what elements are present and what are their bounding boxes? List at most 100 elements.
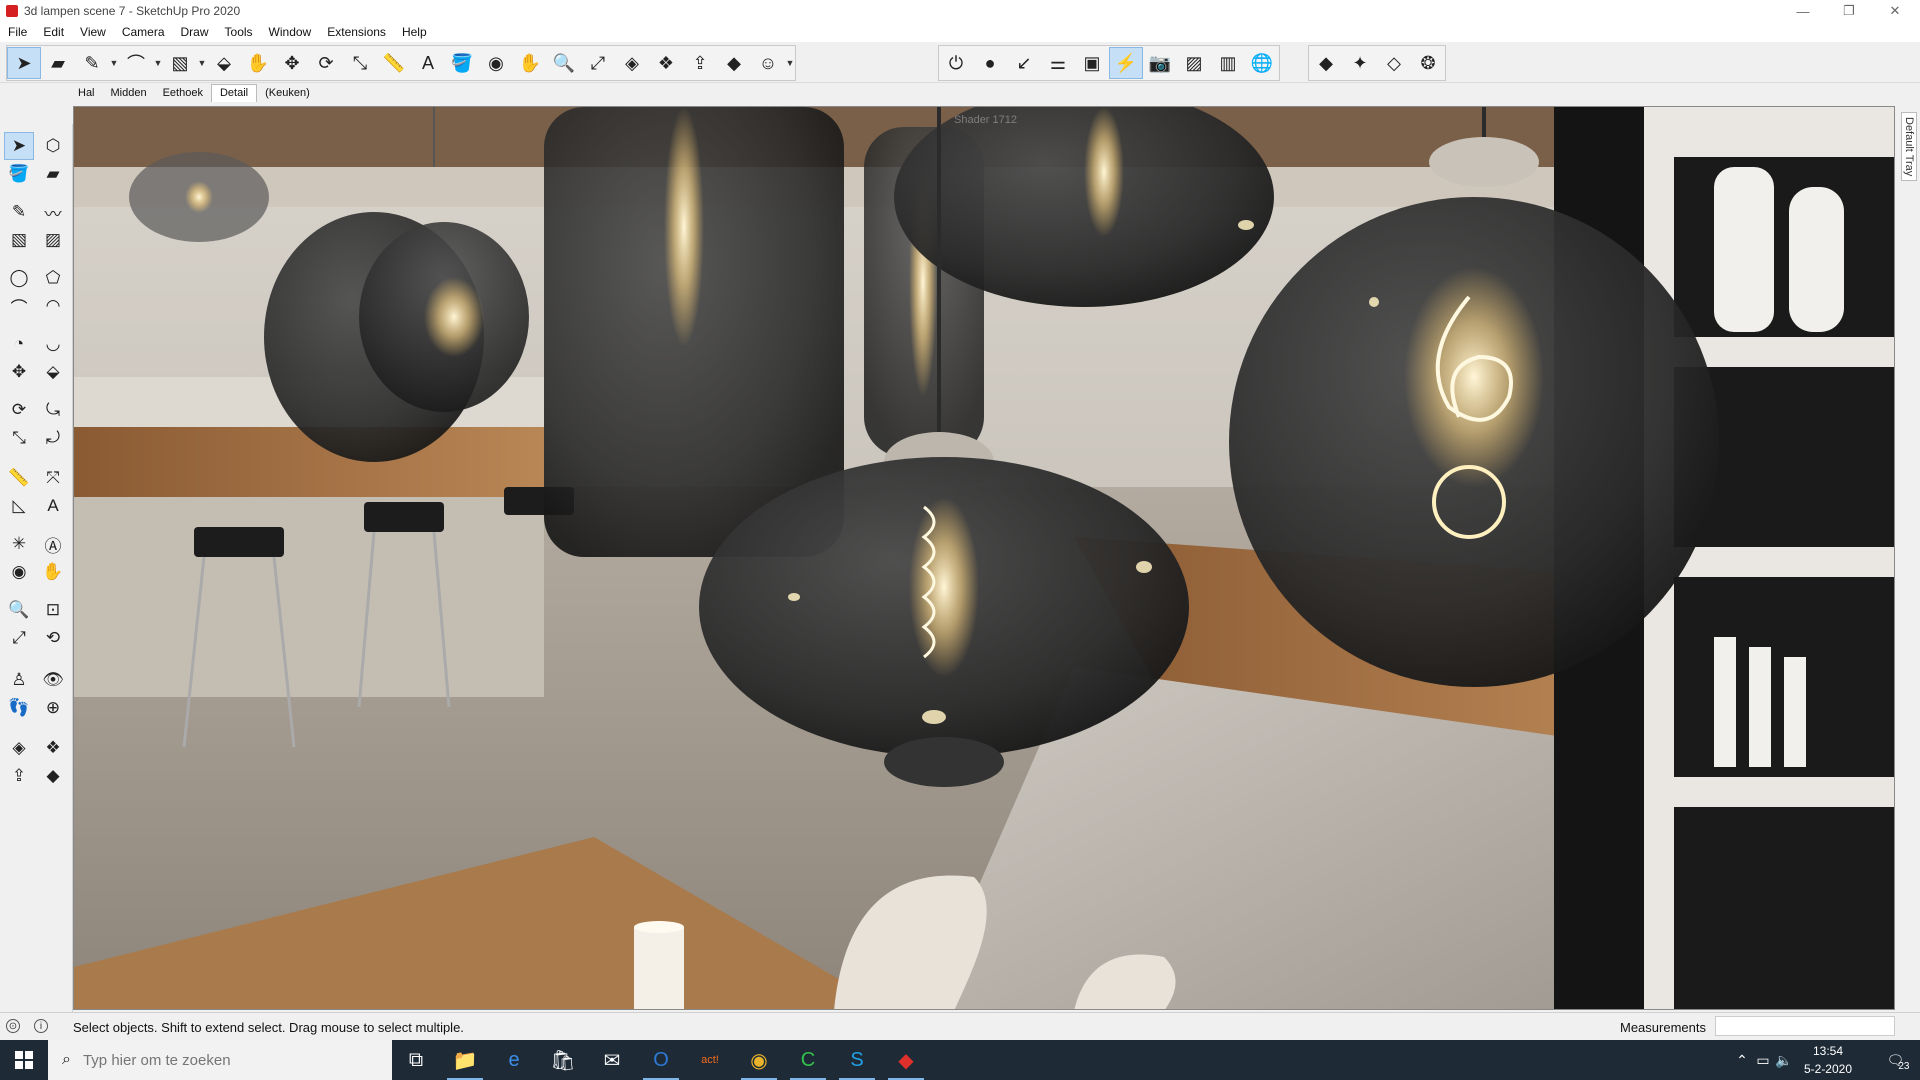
start-button[interactable] bbox=[0, 1040, 48, 1080]
scene-tab-hal[interactable]: Hal bbox=[70, 85, 103, 102]
pan-icon[interactable]: ✋ bbox=[513, 47, 547, 79]
menu-window[interactable]: Window bbox=[261, 25, 320, 39]
model-viewport[interactable]: Shader 1712 bbox=[73, 106, 1895, 1010]
warehouse-icon[interactable]: ◈ bbox=[615, 47, 649, 79]
act-icon[interactable]: act! bbox=[686, 1040, 734, 1080]
pan-icon[interactable]: ✋ bbox=[38, 558, 68, 586]
default-tray-label[interactable]: Default Tray bbox=[1901, 112, 1917, 182]
mail-icon[interactable]: ✉ bbox=[588, 1040, 636, 1080]
scene-tab-detail[interactable]: Detail bbox=[210, 84, 258, 102]
polygon-icon[interactable]: ⬠ bbox=[38, 264, 68, 292]
paint-bucket-icon[interactable]: 🪣 bbox=[445, 47, 479, 79]
menu-edit[interactable]: Edit bbox=[35, 25, 72, 39]
pie-icon[interactable]: ◔ bbox=[4, 330, 34, 358]
two-point-arc-icon[interactable]: ◠ bbox=[38, 292, 68, 320]
measurements-input[interactable] bbox=[1715, 1016, 1895, 1036]
frame-buffer-icon[interactable]: ▣ bbox=[1075, 47, 1109, 79]
scale-icon[interactable]: ⤡ bbox=[343, 47, 377, 79]
make-component-icon[interactable]: ⬡ bbox=[38, 132, 68, 160]
chevron-up-icon[interactable]: ⌃ bbox=[1734, 1040, 1750, 1080]
eraser-icon[interactable]: ▰ bbox=[38, 160, 68, 188]
axes-icon[interactable]: ✳ bbox=[4, 530, 34, 558]
dimension-icon[interactable]: ⤧ bbox=[38, 464, 68, 492]
zoom-window-icon[interactable]: ⊡ bbox=[38, 596, 68, 624]
taskbar-clock[interactable]: 13:54 5-2-2020 bbox=[1786, 1042, 1870, 1078]
warehouse-icon[interactable]: ◈ bbox=[4, 734, 34, 762]
camera-icon[interactable]: 📷 bbox=[1143, 47, 1177, 79]
components-icon[interactable]: ❖ bbox=[649, 47, 683, 79]
minimize-button[interactable]: — bbox=[1780, 0, 1826, 22]
geolocation-icon[interactable]: ⊙ bbox=[6, 1019, 20, 1033]
3d-text-icon[interactable]: Ⓐ bbox=[38, 530, 68, 558]
extension-warehouse-icon[interactable]: ◆ bbox=[717, 47, 751, 79]
scene-tab-eethoek[interactable]: Eethoek bbox=[155, 85, 211, 102]
arc-icon[interactable]: ⌒ bbox=[4, 292, 34, 320]
dropdown-icon[interactable]: ▼ bbox=[785, 47, 795, 79]
text-icon[interactable]: A bbox=[411, 47, 445, 79]
orbit-icon[interactable]: ◉ bbox=[479, 47, 513, 79]
light-mesh-icon[interactable]: ✦ bbox=[1343, 47, 1377, 79]
zoom-icon[interactable]: 🔍 bbox=[4, 596, 34, 624]
follow-me-icon[interactable]: ✋ bbox=[241, 47, 275, 79]
move-icon[interactable]: ✥ bbox=[275, 47, 309, 79]
select-icon[interactable]: ➤ bbox=[7, 47, 41, 79]
interactive-icon[interactable]: ⚡ bbox=[1109, 47, 1143, 79]
dropdown-icon[interactable]: ▼ bbox=[153, 47, 163, 79]
paint-bucket-icon[interactable]: 🪣 bbox=[4, 160, 34, 188]
components-icon[interactable]: ❖ bbox=[38, 734, 68, 762]
zoom-extents-icon[interactable]: ⤢ bbox=[4, 624, 34, 652]
offset-icon[interactable]: ⤾ bbox=[38, 424, 68, 452]
chrome-icon[interactable]: ◉ bbox=[735, 1040, 783, 1080]
tape-measure-icon[interactable]: 📏 bbox=[377, 47, 411, 79]
dropdown-icon[interactable]: ▼ bbox=[109, 47, 119, 79]
previous-view-icon[interactable]: ⟲ bbox=[38, 624, 68, 652]
arc-icon[interactable]: ⌒ bbox=[119, 47, 153, 79]
render-icon[interactable]: ● bbox=[973, 47, 1007, 79]
position-camera-icon[interactable]: ♙ bbox=[4, 666, 34, 694]
rectangle-icon[interactable]: ▧ bbox=[4, 226, 34, 254]
menu-extensions[interactable]: Extensions bbox=[319, 25, 394, 39]
edge-icon[interactable]: e bbox=[490, 1040, 538, 1080]
outlook-icon[interactable]: O bbox=[637, 1040, 685, 1080]
rotated-rectangle-icon[interactable]: ▨ bbox=[38, 226, 68, 254]
chart-icon[interactable]: ▥ bbox=[1211, 47, 1245, 79]
menu-tools[interactable]: Tools bbox=[217, 25, 261, 39]
sketchup-icon[interactable]: ◆ bbox=[882, 1040, 930, 1080]
rotate-icon[interactable]: ⟳ bbox=[309, 47, 343, 79]
three-point-arc-icon[interactable]: ◡ bbox=[38, 330, 68, 358]
settings-sliders-icon[interactable]: ⚌ bbox=[1041, 47, 1075, 79]
share-model-icon[interactable]: ⇪ bbox=[4, 762, 34, 790]
menu-draw[interactable]: Draw bbox=[173, 25, 217, 39]
scene-tab-keuken[interactable]: (Keuken) bbox=[257, 85, 318, 102]
dropdown-icon[interactable]: ▼ bbox=[197, 47, 207, 79]
push-pull-icon[interactable]: ⬙ bbox=[207, 47, 241, 79]
task-view-icon[interactable]: ⧉ bbox=[392, 1040, 440, 1080]
walk-icon[interactable]: 👣 bbox=[4, 694, 34, 722]
text-icon[interactable]: A bbox=[38, 492, 68, 520]
pencil-icon[interactable]: ✎ bbox=[75, 47, 109, 79]
light-icon[interactable]: ◆ bbox=[1309, 47, 1343, 79]
eraser-icon[interactable]: ▰ bbox=[41, 47, 75, 79]
maximize-button[interactable]: ❐ bbox=[1826, 0, 1872, 22]
region-icon[interactable]: ↙ bbox=[1007, 47, 1041, 79]
power-icon[interactable]: ⏻ bbox=[939, 47, 973, 79]
menu-help[interactable]: Help bbox=[394, 25, 435, 39]
infinite-plane-icon[interactable]: ❂ bbox=[1411, 47, 1445, 79]
select-icon[interactable]: ➤ bbox=[4, 132, 34, 160]
menu-file[interactable]: File bbox=[0, 25, 35, 39]
menu-view[interactable]: View bbox=[72, 25, 114, 39]
network-icon[interactable]: ▭ bbox=[1752, 1040, 1774, 1080]
camtasia-icon[interactable]: C bbox=[784, 1040, 832, 1080]
proxy-icon[interactable]: ◇ bbox=[1377, 47, 1411, 79]
look-around-icon[interactable]: 👁 bbox=[38, 666, 68, 694]
search-input[interactable] bbox=[80, 1050, 365, 1070]
section-plane-icon[interactable]: ⊕ bbox=[38, 694, 68, 722]
follow-me-icon[interactable]: ⤿ bbox=[38, 396, 68, 424]
share-model-icon[interactable]: ⇪ bbox=[683, 47, 717, 79]
freehand-icon[interactable]: 〰 bbox=[38, 198, 68, 226]
file-explorer-icon[interactable]: 📁 bbox=[441, 1040, 489, 1080]
taskbar-search[interactable]: ⌕ bbox=[48, 1040, 392, 1080]
orbit-icon[interactable]: ◉ bbox=[4, 558, 34, 586]
globe-icon[interactable]: 🌐 bbox=[1245, 47, 1279, 79]
rectangle-icon[interactable]: ▧ bbox=[163, 47, 197, 79]
